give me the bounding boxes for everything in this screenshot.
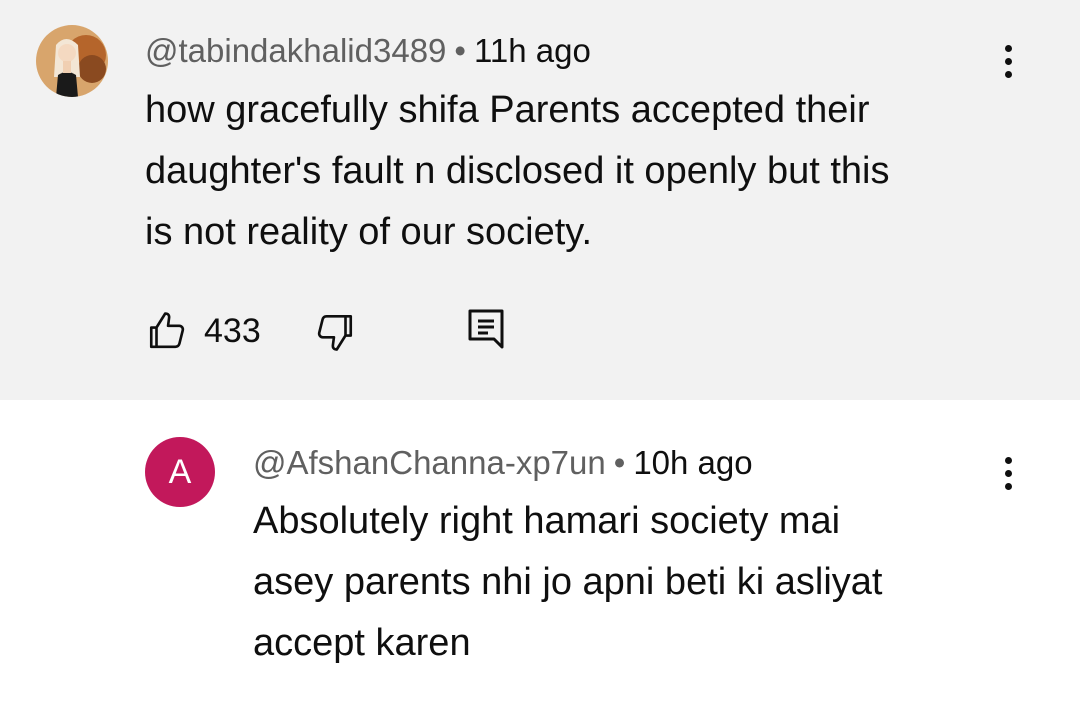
highlighted-comment: @tabindakhalid3489 • 11h ago how gracefull… bbox=[0, 0, 1080, 400]
more-options-button[interactable] bbox=[993, 31, 1023, 91]
thumbs-up-icon bbox=[149, 312, 185, 349]
comment-meta: @tabindakhalid3489 • 11h ago bbox=[145, 31, 591, 71]
more-vert-icon bbox=[1004, 44, 1012, 52]
more-vert-dot bbox=[1004, 482, 1012, 490]
comment-text: Absolutely right hamari society mai asey… bbox=[253, 491, 882, 674]
thumbs-down-icon bbox=[317, 314, 353, 351]
comment-time[interactable]: 10h ago bbox=[633, 444, 752, 481]
more-vert-dot bbox=[1004, 469, 1012, 477]
more-vert-icon bbox=[1004, 456, 1012, 464]
comment-line: how gracefully shifa Parents accepted th… bbox=[145, 89, 870, 131]
comment-time[interactable]: 11h ago bbox=[474, 32, 591, 69]
comment-text: how gracefully shifa Parents accepted th… bbox=[145, 80, 890, 263]
comment-line: asey parents nhi jo apni beti ki asliyat bbox=[253, 561, 883, 603]
like-button[interactable] bbox=[146, 310, 188, 357]
more-vert-dot bbox=[1004, 70, 1012, 78]
profile-photo-icon bbox=[36, 25, 108, 97]
like-count: 433 bbox=[204, 312, 261, 350]
more-options-button[interactable] bbox=[993, 443, 1023, 503]
avatar[interactable]: A bbox=[145, 437, 215, 507]
comment-meta: @AfshanChanna-xp7un • 10h ago bbox=[253, 443, 753, 483]
comment-line: is not reality of our society. bbox=[145, 211, 593, 253]
comment-author[interactable]: @AfshanChanna-xp7un bbox=[253, 444, 606, 481]
comment-line: daughter's fault n disclosed it openly b… bbox=[145, 150, 890, 192]
meta-separator: • bbox=[613, 444, 626, 481]
reply-button[interactable] bbox=[466, 307, 506, 356]
more-vert-dot bbox=[1004, 57, 1012, 65]
comment-line: accept karen bbox=[253, 622, 471, 664]
meta-separator: • bbox=[454, 32, 466, 69]
dislike-button[interactable] bbox=[314, 311, 356, 358]
comment-line: Absolutely right hamari society mai bbox=[253, 500, 841, 542]
reply-comment-icon bbox=[468, 309, 504, 349]
comment-author[interactable]: @tabindakhalid3489 bbox=[145, 32, 446, 69]
avatar[interactable] bbox=[36, 25, 108, 97]
